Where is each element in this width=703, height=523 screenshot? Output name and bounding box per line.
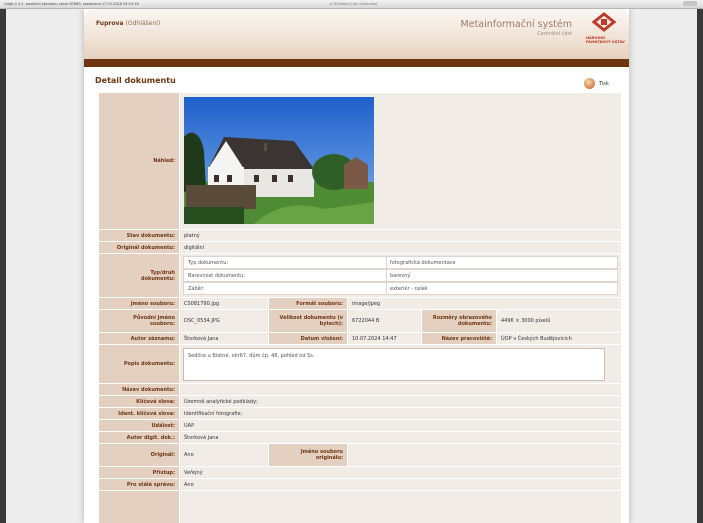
filename-value: CS081790.jpg — [180, 298, 268, 309]
type-key: Typ dokumentu: — [188, 259, 229, 266]
npu-logo-icon — [591, 12, 617, 32]
row-filename: Jméno souboru: CS081790.jpg Formát soubo… — [99, 298, 621, 309]
row-event: Událost: ÚAP — [99, 420, 621, 431]
digi-author-value: Štorková Jana — [180, 432, 621, 443]
row-type: Typ/druh dokumentu: Typ dokumentu: fotog… — [99, 254, 621, 297]
row-file-details: Původní jméno souboru: DSC_0534.JPG Veli… — [99, 310, 621, 332]
row-original-file: Originál: Ano Jméno souboru originálu: — [99, 444, 621, 466]
row-author: Autor záznamu: Štorková Jana Datum vlože… — [99, 333, 621, 344]
user-info: Fuprova (Odhlášení) — [96, 20, 160, 27]
author-label: Autor záznamu: — [99, 333, 179, 344]
color-value: barevný — [390, 272, 411, 279]
shot-value: exteriér - celek — [390, 285, 428, 292]
row-status: Stav dokumentu: platný — [99, 230, 621, 241]
orig-file-value — [348, 444, 621, 466]
description-textarea[interactable]: Sedlice u Blatné, okr67, dům čp. 48, poh… — [183, 348, 605, 381]
size-value: 6722044 B — [348, 310, 421, 332]
workplace-label: Název pracoviště: — [422, 333, 496, 344]
permanent-value: Ano — [180, 479, 621, 490]
site-header: Fuprova (Odhlášení) Metainformační systé… — [84, 9, 629, 59]
header-band — [84, 59, 629, 67]
system-subtitle: Centrální část — [537, 31, 572, 37]
workplace-value: ÚOP v Českých Budějovicích — [497, 333, 621, 344]
type-table: Typ dokumentu: fotografická dokumentace … — [180, 254, 621, 297]
row-name: Název dokumentu: — [99, 384, 621, 395]
description-cell: Sedlice u Blatné, okr67, dům čp. 48, poh… — [180, 345, 621, 383]
orig-name-value: DSC_0534.JPG — [180, 310, 268, 332]
name-label: Název dokumentu: — [99, 384, 179, 395]
type-row: Typ dokumentu: fotografická dokumentace — [183, 256, 618, 269]
browser-status-text: Grigit 2.4.1. poslední záznamu verze 678… — [4, 2, 139, 6]
print-icon — [584, 78, 595, 89]
keywords-label: Klíčová slova: — [99, 396, 179, 407]
row-preview: Náhled: — [99, 93, 621, 229]
orig-name-label: Původní jméno souboru: — [99, 310, 179, 332]
event-label: Událost: — [99, 420, 179, 431]
access-value: Veřejný — [180, 467, 621, 478]
date-value: 10.07.2024 14:47 — [348, 333, 421, 344]
keywords-value: Územně analytické podklady; — [180, 396, 621, 407]
username: Fuprova — [96, 20, 124, 27]
filename-label: Jméno souboru: — [99, 298, 179, 309]
row-ident-keywords: Ident. klíčová slova: Identifikační foto… — [99, 408, 621, 419]
row-description: Popis dokumentu: Sedlice u Blatné, okr67… — [99, 345, 621, 383]
preview-cell — [180, 93, 621, 229]
orig2-label: Originál: — [99, 444, 179, 466]
row-keywords: Klíčová slova: Územně analytické podklad… — [99, 396, 621, 407]
date-label: Datum vložení: — [269, 333, 347, 344]
page-sheet: Fuprova (Odhlášení) Metainformační systé… — [84, 9, 629, 523]
type-value: fotografická dokumentace — [390, 259, 456, 266]
shot-row: Záběr: exteriér - celek — [183, 282, 618, 295]
browser-titlebar: Grigit 2.4.1. poslední záznamu verze 678… — [0, 0, 703, 9]
orig2-value: Ano — [180, 444, 268, 466]
print-button[interactable]: Tisk — [584, 78, 624, 90]
description-label: Popis dokumentu: — [99, 345, 179, 383]
dims-label: Rozměry obrazového dokumentu: — [422, 310, 496, 332]
orig-file-label: Jméno souboru originálu: — [269, 444, 347, 466]
print-label: Tisk — [599, 81, 609, 87]
permanent-label: Pro stálé správu: — [99, 479, 179, 490]
row-digi-author: Autor digit. dok.: Štorková Jana — [99, 432, 621, 443]
format-value: image/jpeg — [348, 298, 621, 309]
status-value: platný — [180, 230, 621, 241]
next-label — [99, 491, 179, 523]
access-label: Přístup: — [99, 467, 179, 478]
digi-author-label: Autor digit. dok.: — [99, 432, 179, 443]
page-title: Detail dokumentu — [95, 76, 176, 85]
window-controls[interactable] — [683, 1, 697, 6]
row-access: Přístup: Veřejný — [99, 467, 621, 478]
browser-tab-title: p Přihlášení [dle účastníka] — [330, 2, 378, 6]
system-title: Metainformační systém — [460, 19, 572, 30]
logout-link[interactable]: (Odhlášení) — [126, 20, 161, 27]
row-permanent: Pro stálé správu: Ano — [99, 479, 621, 490]
color-key: Barevnost dokumentu: — [188, 272, 245, 279]
preview-label: Náhled: — [99, 93, 179, 229]
color-row: Barevnost dokumentu: barevný — [183, 269, 618, 282]
status-label: Stav dokumentu: — [99, 230, 179, 241]
ident-keywords-value: Identifikační fotografie; — [180, 408, 621, 419]
browser-viewport: Fuprova (Odhlášení) Metainformační systé… — [6, 9, 697, 523]
format-label: Formát souboru: — [269, 298, 347, 309]
author-value: Štorková Jana — [180, 333, 268, 344]
next-value — [180, 491, 621, 523]
name-value — [180, 384, 621, 395]
original-value: digitální — [180, 242, 621, 253]
shot-key: Záběr: — [188, 285, 205, 292]
document-thumbnail[interactable] — [184, 97, 374, 224]
original-label: Originál dokumentu: — [99, 242, 179, 253]
size-label: Velikost dokumentu (v bytech): — [269, 310, 347, 332]
logo-text: NÁRODNÍ PAMÁTKOVÝ ÚSTAV — [586, 36, 625, 44]
dims-value: 4496 × 3000 pixelů — [497, 310, 621, 332]
type-label: Typ/druh dokumentu: — [99, 254, 179, 297]
row-next — [99, 491, 621, 523]
ident-keywords-label: Ident. klíčová slova: — [99, 408, 179, 419]
event-value: ÚAP — [180, 420, 621, 431]
row-original: Originál dokumentu: digitální — [99, 242, 621, 253]
